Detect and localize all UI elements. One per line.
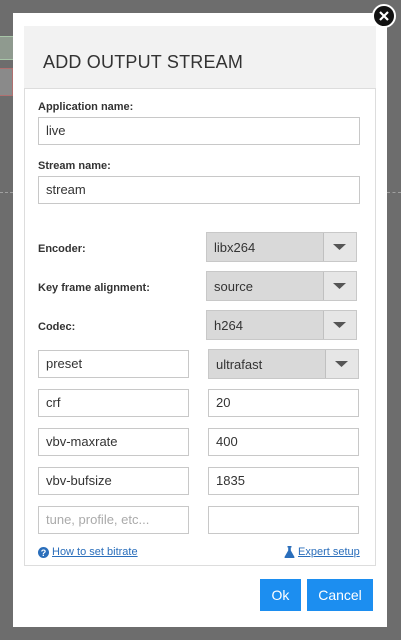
preset-select[interactable]: ultrafast: [208, 349, 359, 379]
chevron-down-icon: [333, 322, 346, 328]
key-frame-alignment-label: Key frame alignment:: [38, 282, 150, 294]
chevron-down-icon: [333, 283, 346, 289]
dialog-header: ADD OUTPUT STREAM: [24, 26, 376, 89]
codec-select[interactable]: h264: [206, 310, 357, 340]
encoder-select[interactable]: libx264: [206, 232, 357, 262]
application-name-input[interactable]: live: [38, 117, 360, 145]
stream-name-label: Stream name:: [38, 160, 111, 172]
cancel-button[interactable]: Cancel: [307, 579, 373, 611]
how-to-set-bitrate-link[interactable]: How to set bitrate: [52, 546, 138, 558]
svg-text:?: ?: [41, 548, 47, 558]
dialog-title: ADD OUTPUT STREAM: [43, 52, 244, 72]
ok-button[interactable]: Ok: [260, 579, 301, 611]
background-input-fragment: [0, 68, 13, 96]
dialog-body: Application name: live Stream name: stre…: [24, 89, 376, 566]
chevron-down-icon: [333, 244, 346, 250]
codec-label: Codec:: [38, 321, 76, 333]
chevron-down-icon: [335, 361, 348, 367]
stream-name-input[interactable]: stream: [38, 176, 360, 204]
background-divider: [387, 192, 401, 194]
encoder-label: Encoder:: [38, 243, 86, 255]
close-icon: [379, 11, 389, 21]
expert-setup-link[interactable]: Expert setup: [298, 546, 360, 558]
param-value-input[interactable]: 1835: [208, 467, 359, 495]
key-frame-alignment-dropdown-button[interactable]: [323, 272, 356, 300]
param-key-input[interactable]: vbv-bufsize: [38, 467, 189, 495]
codec-dropdown-button[interactable]: [323, 311, 356, 339]
preset-dropdown-button[interactable]: [325, 350, 358, 378]
add-output-stream-dialog: ADD OUTPUT STREAM Application name: live…: [13, 13, 387, 627]
encoder-dropdown-button[interactable]: [323, 233, 356, 261]
codec-value: h264: [214, 318, 243, 333]
background-divider: [0, 192, 13, 194]
param-key-input[interactable]: vbv-maxrate: [38, 428, 189, 456]
param-key-input[interactable]: preset: [38, 350, 189, 378]
application-name-label: Application name:: [38, 101, 134, 113]
param-value-input[interactable]: 400: [208, 428, 359, 456]
close-dialog-button[interactable]: [372, 4, 396, 28]
encoder-value: libx264: [214, 240, 256, 255]
flask-icon: [284, 546, 295, 558]
help-icon: ?: [38, 547, 49, 558]
new-param-value-input[interactable]: [208, 506, 359, 534]
key-frame-alignment-select[interactable]: source: [206, 271, 357, 301]
param-key-input[interactable]: crf: [38, 389, 189, 417]
new-param-key-input[interactable]: tune, profile, etc...: [38, 506, 189, 534]
param-value-input[interactable]: 20: [208, 389, 359, 417]
key-frame-alignment-value: source: [214, 279, 254, 294]
preset-value: ultrafast: [216, 357, 263, 372]
